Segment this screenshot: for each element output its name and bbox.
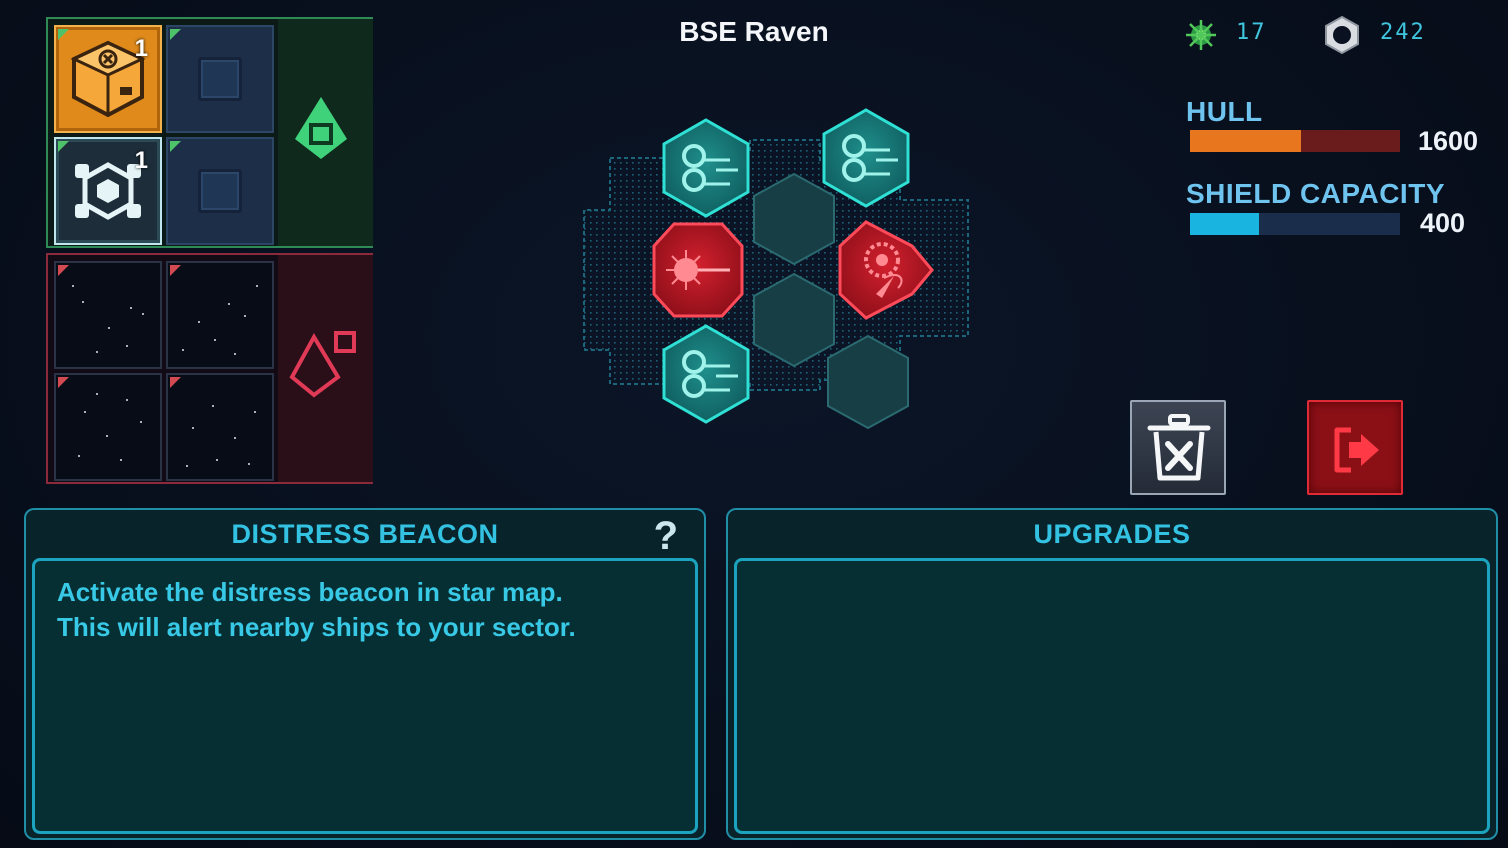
module-info-body: Activate the distress beacon in star map… — [32, 558, 698, 834]
hull-bar — [1190, 130, 1400, 152]
slot-corner-marker — [170, 377, 181, 388]
empty-slot-frame — [198, 57, 242, 101]
inventory-slot-cargo-crate[interactable]: 1 — [54, 25, 162, 133]
upgrades-panel: UPGRADES — [726, 508, 1498, 840]
item-count: 1 — [134, 35, 148, 62]
upgrades-list — [734, 558, 1490, 834]
module-info-title: DISTRESS BEACON — [231, 519, 499, 549]
module-description: Activate the distress beacon in star map… — [57, 575, 675, 645]
hex-nut-icon — [1325, 15, 1359, 55]
discard-button[interactable] — [1130, 400, 1226, 495]
inventory-slot-shield-generator[interactable]: 1 — [54, 137, 162, 245]
slot-corner-marker — [170, 265, 181, 276]
help-button[interactable]: ? — [654, 514, 678, 559]
empty-slot-frame — [198, 169, 242, 213]
equipment-inventory-panel: 1 1 — [46, 17, 373, 248]
space-category-icon — [289, 331, 356, 398]
slot-corner-marker — [58, 29, 69, 40]
space-slot[interactable] — [54, 261, 162, 369]
ship-layout-grid — [583, 108, 969, 430]
laser-weapon-module — [652, 222, 744, 318]
description-line: This will alert nearby ships to your sec… — [57, 612, 576, 642]
shield-bar-fill — [1190, 213, 1260, 235]
slot-corner-marker — [170, 29, 181, 40]
shield-value: 400 — [1420, 208, 1466, 238]
item-count: 1 — [134, 147, 148, 174]
upgrades-title: UPGRADES — [1033, 519, 1191, 549]
space-category-tab[interactable] — [278, 255, 373, 482]
space-inventory-panel — [46, 253, 373, 484]
starfield — [56, 375, 160, 479]
inventory-slot-empty[interactable] — [166, 137, 274, 245]
crystal-count: 17 — [1236, 20, 1267, 45]
slot-corner-marker — [170, 141, 181, 152]
module-info-panel: DISTRESS BEACON ? Activate the distress … — [24, 508, 706, 840]
description-line: Activate the distress beacon in star map… — [57, 577, 563, 607]
space-slot[interactable] — [166, 373, 274, 481]
space-slot[interactable] — [166, 261, 274, 369]
equipment-category-tab[interactable] — [278, 19, 373, 246]
hull-value: 1600 — [1418, 126, 1479, 156]
scrap-count: 242 — [1380, 20, 1426, 45]
shield-label: SHIELD CAPACITY — [1186, 178, 1445, 209]
starfield — [56, 263, 160, 367]
green-crystal-icon — [1186, 20, 1216, 50]
hull-bar-fill — [1190, 130, 1302, 152]
exit-icon — [1334, 427, 1379, 473]
shield-bar — [1190, 213, 1400, 235]
starfield — [168, 375, 272, 479]
trash-icon — [1147, 414, 1211, 481]
hull-label: HULL — [1186, 96, 1263, 127]
slot-corner-marker — [58, 377, 69, 388]
exit-button[interactable] — [1307, 400, 1403, 495]
starfield — [168, 263, 272, 367]
slot-corner-marker — [58, 265, 69, 276]
ship-name: BSE Raven — [679, 16, 829, 47]
inventory-slot-empty[interactable] — [166, 25, 274, 133]
equipment-category-icon — [295, 97, 347, 159]
space-slot[interactable] — [54, 373, 162, 481]
